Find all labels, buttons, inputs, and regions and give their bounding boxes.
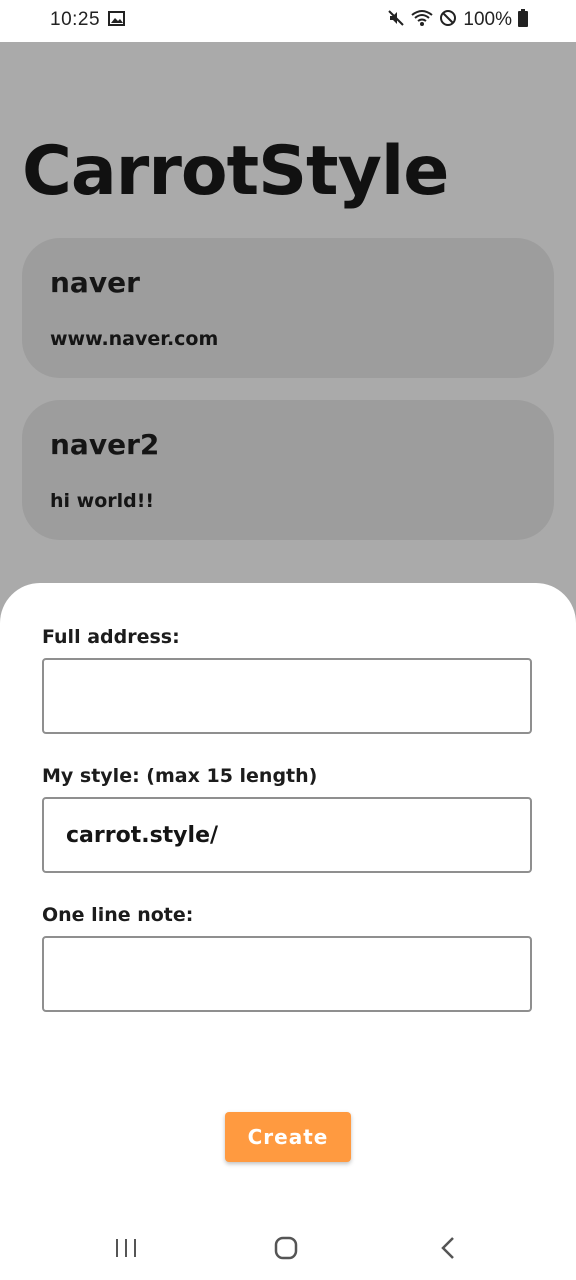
create-style-sheet: Full address: My style: (max 15 length) … <box>0 583 576 1280</box>
status-bar: 10:25 100% <box>0 0 576 42</box>
style-card[interactable]: naver2 hi world!! <box>22 400 554 540</box>
status-icons: 100% <box>387 9 528 31</box>
do-not-disturb-icon <box>439 9 457 31</box>
battery-icon <box>518 9 528 31</box>
card-title: naver2 <box>50 428 160 461</box>
style-card[interactable]: naver www.naver.com <box>22 238 554 378</box>
my-style-input[interactable] <box>42 797 532 873</box>
recents-icon[interactable] <box>106 1232 146 1264</box>
navigation-bar <box>0 1216 576 1280</box>
app-title: CarrotStyle <box>22 132 449 211</box>
image-icon <box>108 11 125 30</box>
card-subtitle: hi world!! <box>50 490 155 512</box>
create-button[interactable]: Create <box>225 1112 351 1162</box>
back-icon[interactable] <box>428 1232 468 1264</box>
one-line-note-label: One line note: <box>42 904 194 926</box>
card-subtitle: www.naver.com <box>50 328 219 350</box>
battery-percent: 100% <box>463 9 512 30</box>
full-address-input[interactable] <box>42 658 532 734</box>
full-address-label: Full address: <box>42 626 180 648</box>
status-time: 10:25 <box>50 9 101 30</box>
my-style-label: My style: (max 15 length) <box>42 765 318 787</box>
wifi-icon <box>411 9 434 31</box>
home-icon[interactable] <box>266 1232 306 1264</box>
one-line-note-input[interactable] <box>42 936 532 1012</box>
mute-icon <box>387 9 405 31</box>
card-title: naver <box>50 266 140 299</box>
